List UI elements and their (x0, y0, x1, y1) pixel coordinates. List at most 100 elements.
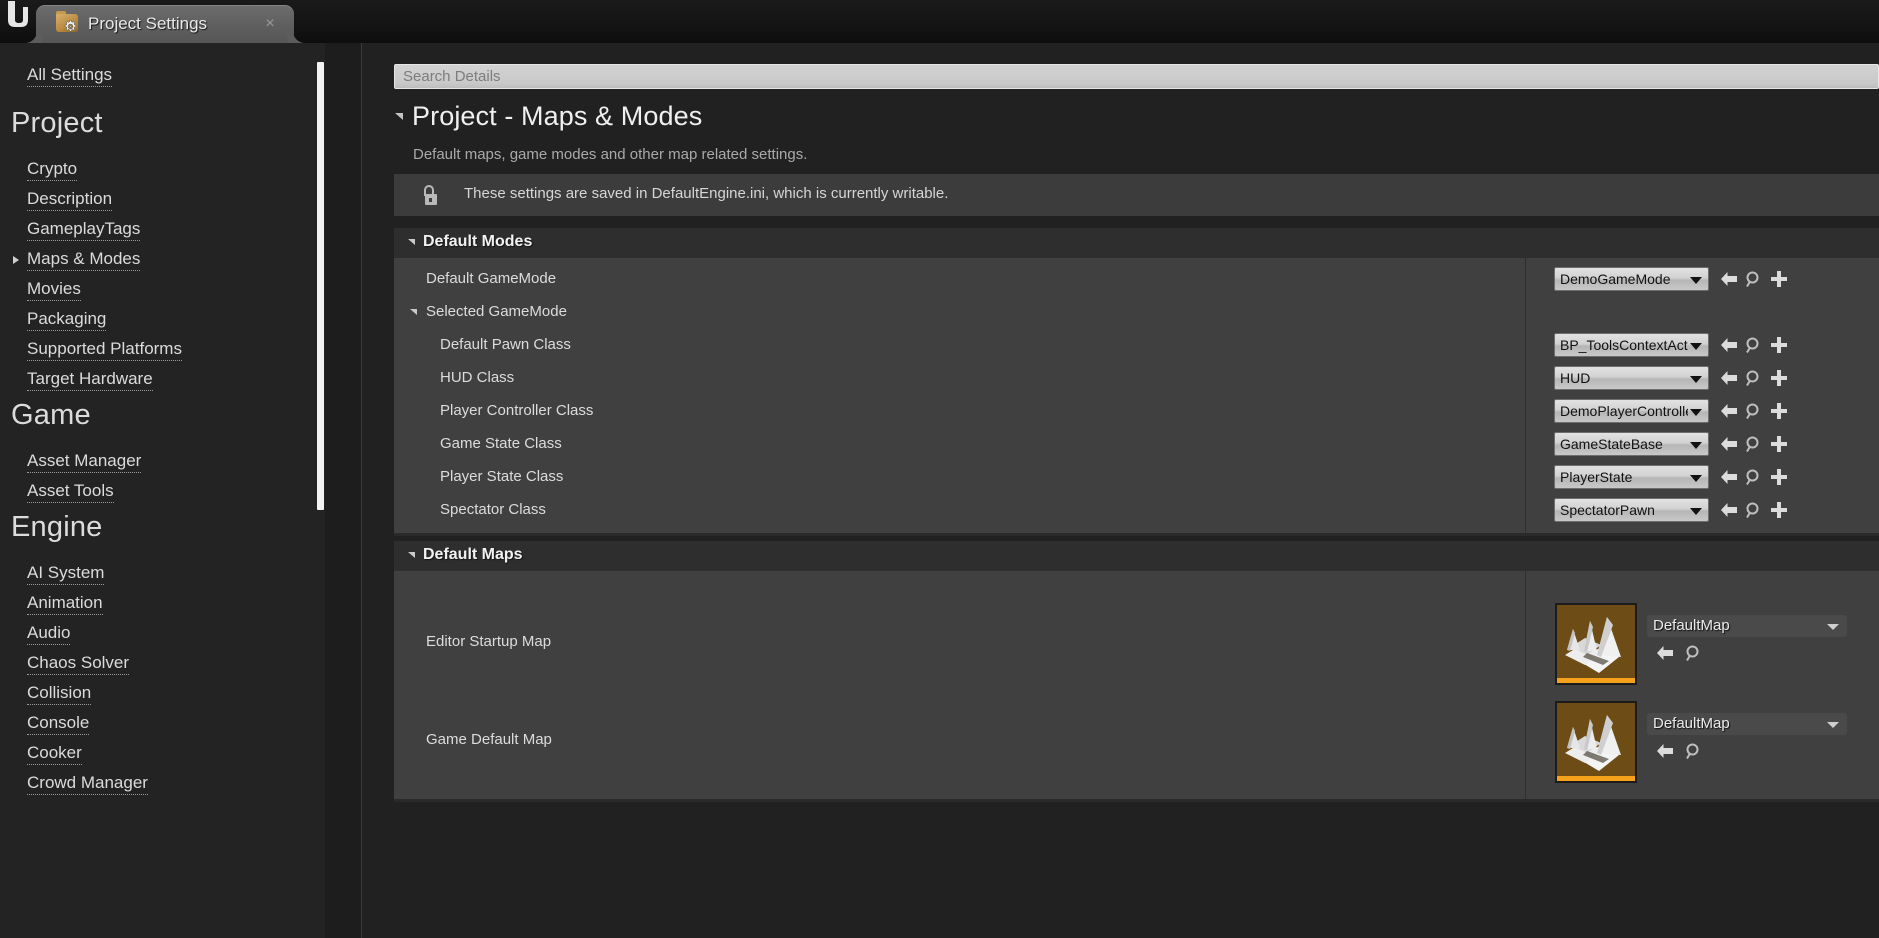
browse-to-asset-button[interactable] (1684, 644, 1702, 662)
class-picker-combobox[interactable]: PlayerState (1554, 465, 1709, 489)
browse-to-asset-button[interactable] (1744, 402, 1762, 420)
sidebar-item-all-settings[interactable]: All Settings (27, 65, 113, 87)
class-picker-combobox[interactable]: GameStateBase (1554, 432, 1709, 456)
sidebar-section-engine: Engine (11, 511, 103, 543)
create-new-asset-button[interactable] (1770, 402, 1788, 420)
chevron-down-icon (1690, 343, 1702, 350)
browse-to-asset-button[interactable] (1684, 742, 1702, 760)
sidebar-item-crypto[interactable]: Crypto (27, 159, 78, 181)
property-label: Game State Class (440, 435, 562, 452)
chevron-down-icon (1827, 722, 1839, 728)
class-picker-combobox[interactable]: DemoGameMode (1554, 267, 1709, 291)
class-picker-combobox[interactable]: SpectatorPawn (1554, 498, 1709, 522)
create-new-asset-button[interactable] (1770, 468, 1788, 486)
section-title: Default Modes (423, 233, 533, 250)
sidebar-item-gameplaytags[interactable]: GameplayTags (27, 219, 141, 241)
property-label: Editor Startup Map (426, 633, 552, 650)
sidebar-item-ai-system[interactable]: AI System (27, 563, 105, 585)
sidebar-item-asset-tools[interactable]: Asset Tools (27, 481, 114, 503)
tab-project-settings[interactable]: Project Settings × (36, 5, 294, 43)
sidebar-section-project: Project (11, 107, 103, 139)
section-title: Default Maps (423, 546, 523, 563)
create-new-asset-button[interactable] (1770, 270, 1788, 288)
browse-to-asset-button[interactable] (1744, 369, 1762, 387)
sidebar-item-movies[interactable]: Movies (27, 279, 81, 301)
create-new-asset-button[interactable] (1770, 435, 1788, 453)
browse-to-asset-button[interactable] (1744, 435, 1762, 453)
sidebar-item-target-hardware[interactable]: Target Hardware (27, 369, 153, 391)
sidebar-item-collision[interactable]: Collision (27, 683, 92, 705)
reset-to-default-button[interactable] (1719, 402, 1737, 420)
sidebar-item-description[interactable]: Description (27, 189, 113, 211)
sidebar-item-asset-manager[interactable]: Asset Manager (27, 451, 142, 473)
sidebar-item-console[interactable]: Console (27, 713, 90, 735)
create-new-asset-button[interactable] (1770, 369, 1788, 387)
sidebar-scrollbar[interactable] (317, 62, 324, 510)
sidebar-section-game: Game (11, 399, 91, 431)
page-collapse-caret-icon[interactable] (395, 113, 403, 120)
sidebar-item-maps-modes[interactable]: Maps & Modes (27, 249, 141, 271)
reset-to-default-button[interactable] (1719, 369, 1737, 387)
chevron-down-icon (1690, 508, 1702, 515)
sidebar-item-crowd-manager[interactable]: Crowd Manager (27, 773, 148, 795)
map-picker-combobox[interactable]: DefaultMap (1647, 615, 1847, 637)
class-picker-combobox[interactable]: DemoPlayerController (1554, 399, 1709, 423)
project-settings-tab-icon (56, 11, 78, 33)
sidebar-item-chaos-solver[interactable]: Chaos Solver (27, 653, 130, 675)
reset-to-default-button[interactable] (1655, 742, 1673, 760)
section-body-default-maps: Editor Startup Map DefaultMap Game Defau… (394, 571, 1879, 799)
settings-navigation-sidebar: All Settings Project Crypto Description Gam… (0, 43, 325, 938)
section-header-default-modes[interactable]: Default Modes (394, 228, 1879, 258)
class-picker-combobox[interactable]: BP_ToolsContextActor (1554, 333, 1709, 357)
class-picker-value: DemoPlayerController (1560, 403, 1688, 419)
reset-to-default-button[interactable] (1719, 435, 1737, 453)
title-bar: Project Settings × (0, 0, 1879, 43)
create-new-asset-button[interactable] (1770, 336, 1788, 354)
map-picker-value: DefaultMap (1653, 715, 1730, 732)
class-picker-value: GameStateBase (1560, 436, 1663, 452)
section-collapse-caret-icon[interactable] (408, 552, 415, 558)
reset-to-default-button[interactable] (1655, 644, 1673, 662)
property-label: Game Default Map (426, 731, 552, 748)
create-new-asset-button[interactable] (1770, 501, 1788, 519)
sidebar-expand-caret-icon[interactable] (13, 256, 19, 264)
reset-to-default-button[interactable] (1719, 336, 1737, 354)
map-picker-combobox[interactable]: DefaultMap (1647, 713, 1847, 735)
section-collapse-caret-icon[interactable] (408, 239, 415, 245)
search-details-input[interactable]: Search Details (394, 64, 1879, 89)
map-asset-thumbnail[interactable] (1555, 603, 1637, 685)
reset-to-default-button[interactable] (1719, 270, 1737, 288)
reset-to-default-button[interactable] (1719, 468, 1737, 486)
property-label: Default Pawn Class (440, 336, 571, 353)
class-picker-value: PlayerState (1560, 469, 1633, 485)
sidebar-item-supported-platforms[interactable]: Supported Platforms (27, 339, 182, 361)
class-picker-value: BP_ToolsContextActor (1560, 337, 1688, 353)
property-row: Default GameMode DemoGameMode (394, 263, 1879, 296)
reset-to-default-button[interactable] (1719, 501, 1737, 519)
section-body-default-modes: Default GameMode DemoGameMode Selected G… (394, 258, 1879, 533)
section-header-default-maps[interactable]: Default Maps (394, 541, 1879, 571)
property-expand-caret-icon[interactable] (410, 309, 417, 315)
details-panel: Search Details Project - Maps & Modes De… (362, 43, 1879, 938)
browse-to-asset-button[interactable] (1744, 336, 1762, 354)
browse-to-asset-button[interactable] (1744, 501, 1762, 519)
property-row: Selected GameMode (394, 296, 1879, 329)
sidebar-item-audio[interactable]: Audio (27, 623, 71, 645)
sidebar-item-packaging[interactable]: Packaging (27, 309, 107, 331)
sidebar-item-cooker[interactable]: Cooker (27, 743, 82, 765)
browse-to-asset-button[interactable] (1744, 468, 1762, 486)
property-label: Spectator Class (440, 501, 546, 518)
browse-to-asset-button[interactable] (1744, 270, 1762, 288)
chevron-down-icon (1690, 475, 1702, 482)
property-row: Editor Startup Map DefaultMap (394, 597, 1879, 695)
sidebar-scrollbar-thumb[interactable] (317, 62, 324, 510)
sidebar-item-animation[interactable]: Animation (27, 593, 103, 615)
property-row: Default Pawn Class BP_ToolsContextActor (394, 329, 1879, 362)
class-picker-combobox[interactable]: HUD (1554, 366, 1709, 390)
close-icon[interactable]: × (262, 16, 278, 32)
property-label: HUD Class (440, 369, 515, 386)
property-row: HUD Class HUD (394, 362, 1879, 395)
unlocked-padlock-icon (422, 185, 438, 205)
map-asset-thumbnail[interactable] (1555, 701, 1637, 783)
section-separator (394, 799, 1879, 802)
